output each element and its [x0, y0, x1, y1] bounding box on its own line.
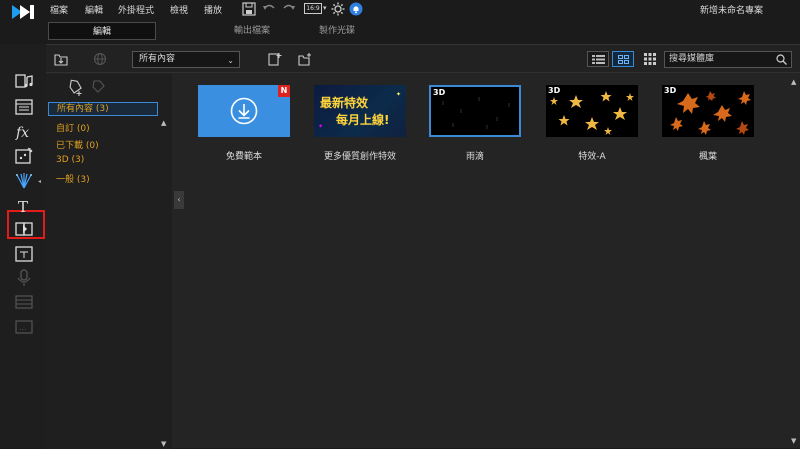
aspect-ratio-button[interactable]: 16:9 [304, 3, 322, 14]
menu-edit[interactable]: 編輯 [85, 3, 103, 16]
grid-item-more-effects[interactable]: 最新特效 每月上線! ✦ ✦ [314, 85, 406, 137]
svg-text:fx: fx [15, 125, 29, 141]
room-rail: fx ◂ T ... [0, 44, 46, 448]
mode-tabs: 編輯 輸出檔案 製作光碟 [46, 20, 800, 42]
project-title: 新增未命名專案 [700, 6, 764, 16]
grid-size-icon[interactable] [644, 53, 656, 65]
menu-view[interactable]: 檢視 [170, 3, 188, 16]
grid-item-rain-drops[interactable]: 3D [429, 85, 521, 137]
subtitle-icon[interactable] [14, 244, 34, 264]
pip-designer-icon[interactable] [14, 97, 34, 117]
aspect-ratio-chevron-icon[interactable]: ▾ [323, 4, 327, 12]
grid-item-free-templates[interactable]: N [198, 85, 290, 137]
sparkle-icon: ✦ [318, 123, 324, 130]
download-from-web-icon [93, 52, 107, 66]
grid-item-label: 楓葉 [698, 152, 717, 162]
category-tree: 所有內容 (3) 自訂 (0) 已下載 (0) 3D (3) 一般 (3) ▲ … [46, 74, 172, 449]
tree-item-3d[interactable]: 3D (3) [56, 155, 84, 165]
new-folder-icon[interactable] [298, 52, 312, 66]
stars-preview-icon [550, 91, 634, 135]
add-tag-icon[interactable] [66, 79, 84, 97]
search-icon[interactable] [776, 54, 787, 65]
particle-room-icon[interactable] [14, 146, 34, 166]
svg-text:T: T [18, 198, 28, 216]
library-toolbar: 所有內容 ⌄ 搜尋媒體庫 [46, 45, 800, 73]
title-text-icon[interactable]: T [14, 196, 34, 216]
grid-item-label: 更多優質創作特效 [323, 152, 396, 162]
grid-item-label: 雨滴 [465, 152, 484, 162]
library-search-input[interactable]: 搜尋媒體庫 [664, 51, 792, 68]
voice-record-icon [17, 269, 31, 286]
rain-preview-icon [442, 97, 510, 129]
leaves-preview-icon [670, 91, 751, 135]
list-view-button[interactable] [587, 51, 609, 67]
sparkle-icon: ✦ [396, 91, 402, 98]
menu-play[interactable]: 播放 [204, 3, 222, 16]
tree-item-general[interactable]: 一般 (3) [56, 172, 90, 185]
grid-scroll-up-icon[interactable]: ▲ [791, 78, 796, 86]
settings-gear-icon[interactable] [331, 2, 345, 16]
svg-text:...: ... [19, 323, 27, 332]
more-icon: ... [15, 320, 33, 334]
import-icon[interactable] [54, 52, 68, 66]
promo-line-1: 最新特效 [320, 96, 369, 110]
chapter-icon [15, 295, 33, 309]
transition-icon[interactable] [14, 219, 34, 239]
menu-bar: 檔案 編輯 外掛程式 檢視 播放 16:9 ▾ 新增未命名專案 [0, 0, 800, 20]
grid-scroll-down-icon[interactable]: ▼ [791, 437, 796, 445]
collapse-tree-button[interactable]: ‹ [174, 191, 184, 209]
chevron-down-icon: ⌄ [227, 56, 234, 65]
new-badge: N [278, 85, 290, 97]
tab-create-disc[interactable]: 製作光碟 [283, 22, 391, 40]
add-to-timeline-icon[interactable] [268, 52, 282, 66]
tree-item-custom[interactable]: 自訂 (0) [56, 121, 90, 134]
media-room-icon[interactable] [14, 71, 34, 91]
tree-scroll-up-icon[interactable]: ▲ [161, 119, 166, 127]
thumbnail-view-button[interactable] [612, 51, 634, 67]
fx-icon[interactable]: fx [14, 122, 34, 142]
library-panel: 所有內容 ⌄ 搜尋媒體庫 所有內容 (3) 自訂 (0) 已下載 (0) 3D … [46, 44, 800, 449]
search-placeholder: 搜尋媒體庫 [669, 54, 715, 64]
tab-edit[interactable]: 編輯 [48, 22, 156, 40]
rail-expand-arrow-icon: ◂ [38, 178, 42, 185]
menu-plugins[interactable]: 外掛程式 [118, 3, 154, 16]
download-icon [230, 97, 258, 125]
grid-view-icon [618, 55, 629, 64]
redo-icon[interactable] [282, 2, 296, 16]
grid-item-maple-leaves[interactable]: 3D [662, 85, 754, 137]
tree-item-all-content[interactable]: 所有內容 (3) [48, 102, 158, 116]
undo-icon[interactable] [262, 2, 276, 16]
remove-tag-icon [92, 80, 105, 93]
notification-icon[interactable] [349, 2, 363, 16]
grid-item-label: 特效-A [578, 152, 606, 162]
tree-scroll-down-icon[interactable]: ▼ [161, 440, 166, 448]
grid-item-label: 免費範本 [225, 152, 262, 162]
content-filter-value: 所有內容 [139, 54, 176, 64]
promo-line-2: 每月上線! [336, 113, 390, 127]
list-view-icon [592, 55, 605, 64]
app-logo-icon [11, 4, 35, 19]
save-icon[interactable] [242, 2, 256, 16]
tree-item-downloaded[interactable]: 已下載 (0) [56, 138, 99, 151]
grid-item-effect-a[interactable]: 3D [546, 85, 638, 137]
particle-effect-icon[interactable] [14, 171, 34, 191]
content-filter-dropdown[interactable]: 所有內容 ⌄ [132, 51, 240, 68]
menu-file[interactable]: 檔案 [50, 3, 68, 16]
